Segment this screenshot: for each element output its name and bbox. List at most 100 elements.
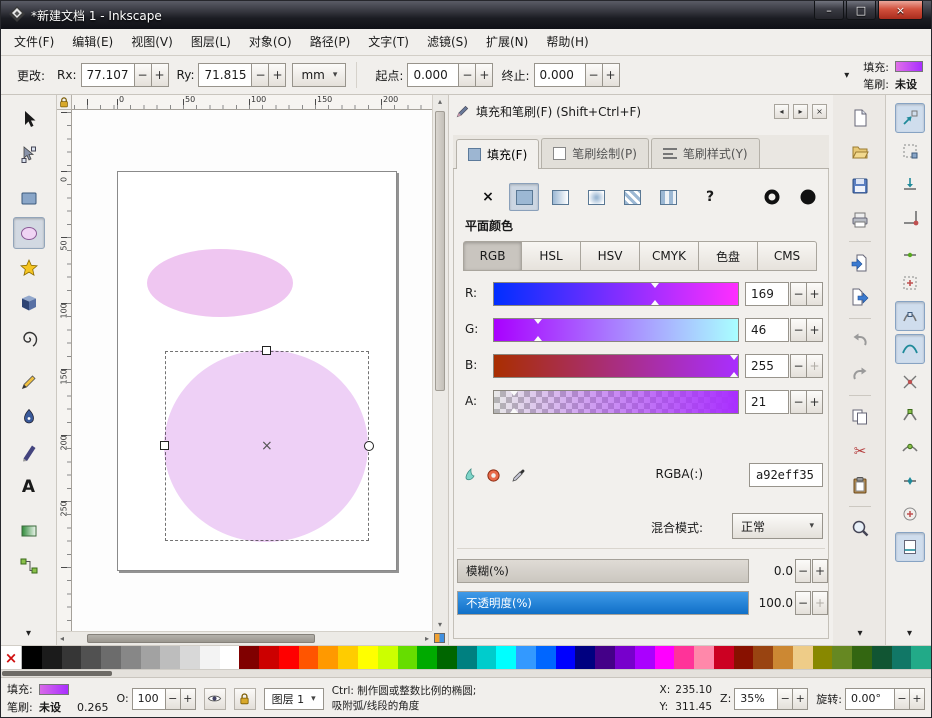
export-button[interactable]	[845, 282, 875, 312]
alpha-slider[interactable]	[493, 390, 739, 414]
menu-item[interactable]: 视图(V)	[122, 30, 182, 55]
zoom-decrement-button[interactable]: −	[778, 688, 793, 710]
fill-swatch-button[interactable]	[653, 183, 683, 211]
snap-object-center-button[interactable]	[895, 499, 925, 529]
palette-swatch[interactable]	[299, 646, 319, 669]
rgba-input[interactable]: a92eff35	[749, 463, 823, 487]
ellipse-tool-button[interactable]	[13, 217, 45, 249]
top-handle[interactable]	[262, 346, 271, 355]
status-fill-swatch[interactable]	[39, 684, 69, 695]
fill-stroke-status[interactable]: 填充: 笔刷: 未设 0.265	[7, 681, 109, 716]
fill-stroke-indicator[interactable]: 填充: 笔刷: 未设	[863, 59, 923, 92]
palette-swatch[interactable]	[714, 646, 734, 669]
ellipse-shape[interactable]	[147, 249, 293, 317]
menu-item[interactable]: 图层(L)	[182, 30, 240, 55]
box3d-tool-button[interactable]	[13, 287, 45, 319]
horizontal-scrollbar[interactable]: ◂ ▸	[57, 631, 432, 645]
paste-button[interactable]	[845, 470, 875, 500]
snap-smooth-node-button[interactable]	[895, 433, 925, 463]
tab-stroke-style[interactable]: 笔刷样式(Y)	[651, 138, 760, 168]
gradient-tool-button[interactable]	[13, 515, 45, 547]
palette-swatch[interactable]	[338, 646, 358, 669]
close-button[interactable]: ×	[878, 1, 923, 20]
blur-slider[interactable]: 模糊(%)	[457, 559, 749, 583]
palette-scrollbar[interactable]	[1, 669, 931, 677]
menu-item[interactable]: 文字(T)	[359, 30, 418, 55]
start-decrement-button[interactable]: −	[459, 63, 476, 87]
zoom-increment-button[interactable]: +	[793, 688, 808, 710]
fill-color-swatch[interactable]	[895, 61, 923, 72]
dialog-close-button[interactable]: ×	[812, 104, 827, 119]
save-document-button[interactable]	[845, 171, 875, 201]
fill-linear-gradient-button[interactable]	[545, 183, 575, 211]
blur-value[interactable]: 0.0	[751, 559, 793, 583]
red-decrement-button[interactable]: −	[790, 282, 807, 306]
snap-bbox-center-button[interactable]	[895, 268, 925, 298]
palette-swatch[interactable]	[358, 646, 378, 669]
no-color-swatch[interactable]: ×	[1, 646, 22, 669]
mode-rgb-tab[interactable]: RGB	[463, 241, 522, 271]
cms-toggle-icon[interactable]	[434, 633, 445, 643]
opacity-increment-button[interactable]: +	[812, 591, 828, 615]
palette-swatch[interactable]	[22, 646, 42, 669]
alpha-value[interactable]: 21	[745, 390, 789, 414]
end-increment-button[interactable]: +	[603, 63, 620, 87]
ry-decrement-button[interactable]: −	[252, 63, 269, 87]
palette-swatch[interactable]	[516, 646, 536, 669]
palette-swatch[interactable]	[160, 646, 180, 669]
dialog-next-button[interactable]: ▸	[793, 104, 808, 119]
snap-bbox-edge-button[interactable]	[895, 169, 925, 199]
palette-swatch[interactable]	[655, 646, 675, 669]
blue-slider[interactable]	[493, 354, 739, 378]
blue-value[interactable]: 255	[745, 354, 789, 378]
palette-swatch[interactable]	[911, 646, 931, 669]
zoom-value[interactable]: 35%	[734, 688, 778, 710]
fill-none-button[interactable]: ×	[473, 183, 503, 211]
pencil-tool-button[interactable]	[13, 366, 45, 398]
redo-button[interactable]	[845, 359, 875, 389]
snap-bbox-midpoint-button[interactable]	[895, 235, 925, 265]
mode-hsl-tab[interactable]: HSL	[522, 241, 581, 271]
copy-button[interactable]	[845, 402, 875, 432]
undo-button[interactable]	[845, 325, 875, 355]
print-button[interactable]	[845, 205, 875, 235]
commands-overflow-button[interactable]: ▾	[857, 628, 862, 639]
calligraphy-tool-button[interactable]	[13, 436, 45, 468]
star-tool-button[interactable]	[13, 252, 45, 284]
rectangle-tool-button[interactable]	[13, 182, 45, 214]
mode-cms-tab[interactable]: CMS	[758, 241, 817, 271]
palette-swatch[interactable]	[398, 646, 418, 669]
arc-handle[interactable]	[364, 441, 374, 451]
blur-increment-button[interactable]: +	[812, 559, 828, 583]
green-decrement-button[interactable]: −	[790, 318, 807, 342]
layer-lock-button[interactable]	[234, 688, 256, 710]
palette-swatch[interactable]	[121, 646, 141, 669]
opacity-slider[interactable]: 不透明度(%)	[457, 591, 749, 615]
scroll-down-icon[interactable]: ▾	[433, 620, 447, 629]
fill-unknown-button[interactable]: ?	[695, 183, 725, 211]
snap-cusp-node-button[interactable]	[895, 400, 925, 430]
ry-increment-button[interactable]: +	[269, 63, 286, 87]
import-button[interactable]	[845, 248, 875, 278]
menu-item[interactable]: 对象(O)	[240, 30, 301, 55]
snap-midpoint-button[interactable]	[895, 466, 925, 496]
alpha-decrement-button[interactable]: −	[790, 390, 807, 414]
red-increment-button[interactable]: +	[806, 282, 823, 306]
rx-value[interactable]: 77.107	[81, 63, 135, 87]
start-increment-button[interactable]: +	[476, 63, 493, 87]
lock-guides-icon[interactable]	[58, 96, 70, 111]
scroll-left-icon[interactable]: ◂	[60, 634, 64, 643]
opacity-increment-button[interactable]: +	[181, 688, 196, 710]
connector-tool-button[interactable]	[13, 550, 45, 582]
minimize-button[interactable]: –	[814, 1, 844, 20]
snap-path-button[interactable]	[895, 334, 925, 364]
end-value[interactable]: 0.000	[534, 63, 586, 87]
palette-scrollbar-thumb[interactable]	[2, 671, 112, 676]
palette-swatch[interactable]	[437, 646, 457, 669]
blend-mode-dropdown[interactable]: 正常 ▾	[732, 513, 823, 539]
blur-decrement-button[interactable]: −	[795, 559, 811, 583]
dialog-prev-button[interactable]: ◂	[774, 104, 789, 119]
selector-tool-button[interactable]	[13, 103, 45, 135]
snap-bbox-corner-button[interactable]	[895, 202, 925, 232]
rx-increment-button[interactable]: +	[152, 63, 169, 87]
